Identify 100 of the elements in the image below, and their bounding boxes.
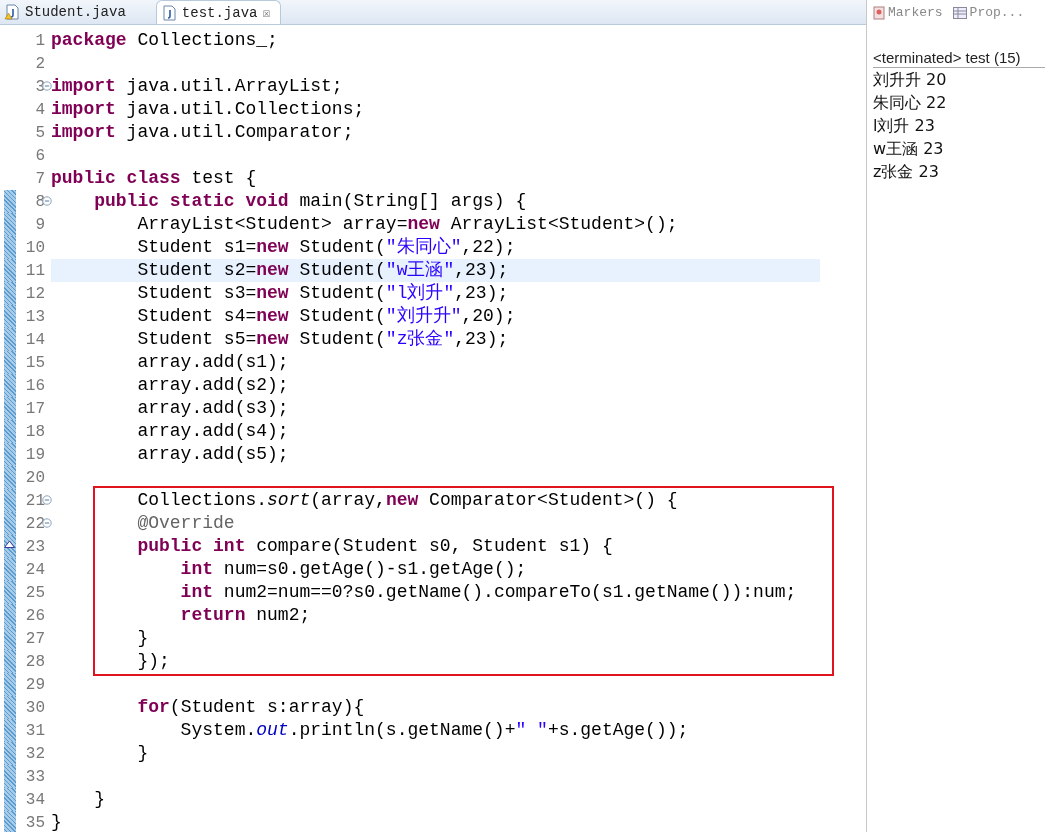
range-indicator (4, 696, 16, 719)
line-number: 35 (24, 813, 45, 832)
range-indicator (4, 558, 16, 581)
editor-tab[interactable]: Student.java (0, 0, 136, 24)
line-number: 17 (24, 399, 45, 418)
line-number: 22 (24, 514, 45, 533)
code-line: }); (136, 650, 171, 673)
line-number: 15 (24, 353, 45, 372)
code-line: } (51, 811, 63, 832)
line-number: 32 (24, 744, 45, 763)
line-number: 21 (24, 491, 45, 510)
line-number: 1 (34, 31, 45, 50)
console-header: <terminated> test (15) (873, 49, 1045, 68)
code-line: array.add(s3); (136, 397, 290, 420)
line-number: 29 (24, 675, 45, 694)
code-line: import java.util.ArrayList; (51, 75, 344, 98)
range-indicator (4, 765, 16, 788)
range-indicator (4, 282, 16, 305)
range-indicator (4, 397, 16, 420)
line-number: 23 (24, 537, 45, 556)
line-number: 25 (24, 583, 45, 602)
range-indicator (4, 673, 16, 696)
code-line: array.add(s2); (136, 374, 290, 397)
range-indicator (4, 719, 16, 742)
range-indicator (4, 190, 16, 213)
line-number: 7 (34, 169, 45, 188)
code-line: } (136, 627, 150, 650)
line-number: 26 (24, 606, 45, 625)
line-number: 28 (24, 652, 45, 671)
code-line: array.add(s4); (136, 420, 290, 443)
console-output-line: 朱同心 22 (873, 92, 948, 114)
range-indicator (4, 213, 16, 236)
code-line: } (93, 788, 106, 811)
fold-icon[interactable] (42, 518, 52, 528)
code-line: import java.util.Comparator; (51, 121, 355, 144)
line-number: 13 (24, 307, 45, 326)
code-line: int num=s0.getAge()-s1.getAge(); (179, 558, 528, 581)
range-indicator (4, 236, 16, 259)
line-number: 18 (24, 422, 45, 441)
range-indicator (4, 581, 16, 604)
line-number: 4 (34, 100, 45, 119)
fold-icon[interactable] (42, 81, 52, 91)
close-icon[interactable]: ☒ (262, 4, 271, 21)
line-number: 14 (24, 330, 45, 349)
range-indicator (4, 374, 16, 397)
range-indicator (4, 811, 16, 832)
view-tab[interactable]: Prop... (952, 5, 1025, 20)
override-triangle-icon (4, 540, 15, 548)
code-line: public class test { (51, 167, 258, 190)
code-line: array.add(s1); (136, 351, 290, 374)
markers-icon (873, 5, 885, 20)
code-line: Student s4=new Student("刘升升",20); (136, 305, 517, 328)
tab-label: Student.java (25, 4, 126, 20)
range-indicator (4, 489, 16, 512)
fold-icon[interactable] (42, 196, 52, 206)
code-line: import java.util.Collections; (51, 98, 366, 121)
range-indicator (4, 466, 16, 489)
line-number: 34 (24, 790, 45, 809)
range-indicator (4, 604, 16, 627)
line-number: 30 (24, 698, 45, 717)
line-number: 6 (34, 146, 45, 165)
code-line: array.add(s5); (136, 443, 290, 466)
line-number: 20 (24, 468, 45, 487)
range-indicator (4, 420, 16, 443)
line-number: 8 (34, 192, 45, 211)
console-output-line: 刘升升 20 (873, 69, 948, 91)
tab-label: test.java (181, 4, 258, 21)
code-line: ArrayList<Student> array=new ArrayList<Student>(); (136, 213, 679, 236)
line-number: 5 (34, 123, 45, 142)
line-number: 19 (24, 445, 45, 464)
range-indicator (4, 788, 16, 811)
line-number: 31 (24, 721, 45, 740)
line-number: 2 (34, 54, 45, 73)
line-number: 33 (24, 767, 45, 786)
line-number: 3 (34, 77, 45, 96)
range-indicator (4, 512, 16, 535)
range-indicator (4, 650, 16, 673)
range-indicator (4, 742, 16, 765)
view-tab[interactable]: Markers (873, 5, 943, 20)
line-number: 9 (34, 215, 45, 234)
line-number: 11 (24, 261, 45, 280)
code-line: public int compare(Student s0, Student s1) { (136, 535, 614, 558)
code-line: int num2=num==0?s0.getName().compareTo(s1.getName()):num; (179, 581, 798, 604)
code-line: return num2; (179, 604, 312, 627)
console-output-line: l刘升 23 (873, 115, 936, 137)
code-line: } (136, 742, 150, 765)
code-line: for(Student s:array){ (136, 696, 366, 719)
line-number: 12 (24, 284, 45, 303)
console-output-line: w王涵 23 (873, 138, 945, 160)
editor-tab[interactable]: test.java ☒ (155, 0, 282, 24)
code-line: @Override (136, 512, 236, 535)
code-line: public static void main(String[] args) { (93, 190, 528, 213)
range-indicator (4, 351, 16, 374)
line-number: 16 (24, 376, 45, 395)
code-line: Student s1=new Student("朱同心",22); (136, 236, 517, 259)
code-line: System.out.println(s.getName()+" "+s.getAge()); (179, 719, 690, 742)
range-indicator (4, 443, 16, 466)
range-indicator (4, 305, 16, 328)
range-indicator (4, 259, 16, 282)
line-number: 10 (24, 238, 45, 257)
